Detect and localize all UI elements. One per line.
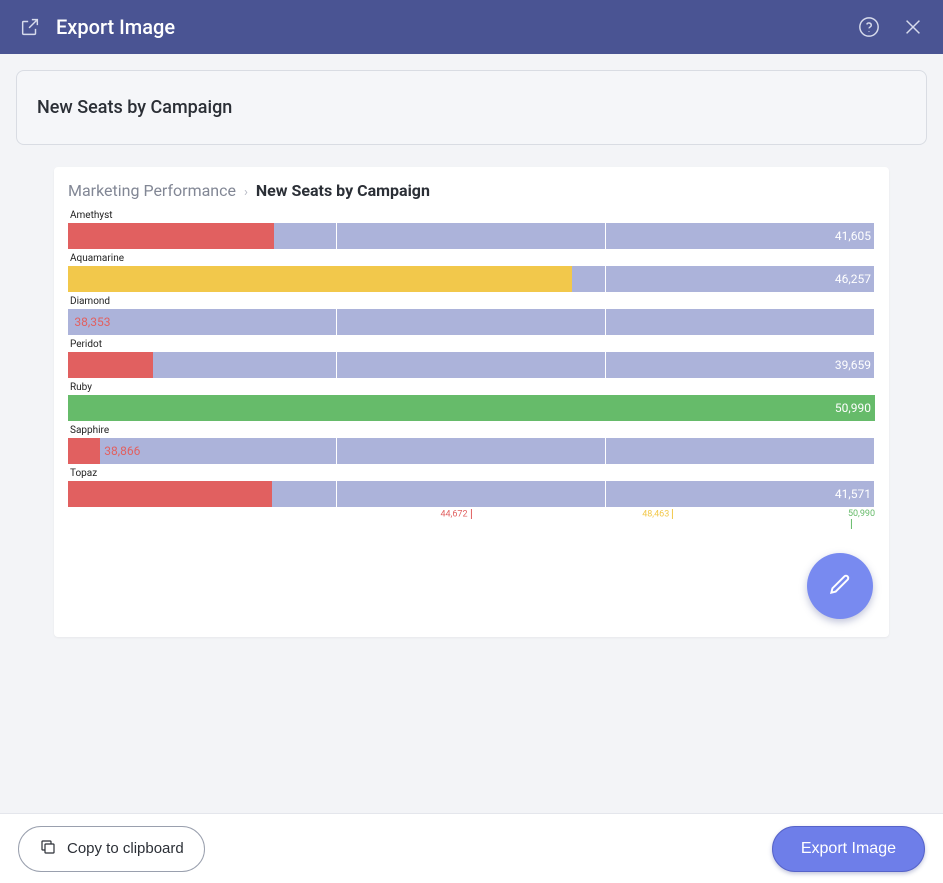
chart-row: Sapphire 38,866 [68,425,875,464]
chart-track-segment [606,438,875,464]
dialog-header: Export Image [0,0,943,54]
chart-x-tick: 48,463 [642,509,673,519]
chart-row: Diamond 38,353 [68,296,875,335]
export-name-panel: New Seats by Campaign [16,70,927,145]
chart-bar-track: 41,605 [68,223,875,249]
chart-value-label: 50,990 [64,395,871,421]
dialog-body: New Seats by Campaign Marketing Performa… [0,54,943,813]
chart-row: Amethyst 41,605 [68,210,875,249]
chart-category-label: Aquamarine [68,253,875,264]
breadcrumb: Marketing Performance › New Seats by Cam… [68,181,875,200]
chart-category-label: Diamond [68,296,875,307]
chart-value-label: 39,659 [786,352,871,378]
chart-x-tick: 50,990 [848,509,875,529]
chart-track-segment [337,481,606,507]
chart-preview-card: Marketing Performance › New Seats by Cam… [54,167,889,637]
edit-button[interactable] [807,553,873,619]
chart-x-tick-label: 50,990 [848,509,875,519]
export-label: Export Image [801,840,896,857]
chart-value-label: 38,866 [104,438,140,464]
export-name: New Seats by Campaign [37,97,906,118]
help-icon[interactable] [857,15,881,39]
chart-category-label: Sapphire [68,425,875,436]
chart-track-segment [337,352,606,378]
close-icon[interactable] [901,15,925,39]
chart-bar-track: 38,353 [68,309,875,335]
chart-category-label: Amethyst [68,210,875,221]
bar-chart: Amethyst 41,605 Aquamarine 46,257 Diamond 38,… [68,210,875,527]
copy-to-clipboard-button[interactable]: Copy to clipboard [18,826,205,872]
chart-value-label: 46,257 [367,266,871,292]
chart-row: Peridot 39,659 [68,339,875,378]
chart-category-label: Topaz [68,468,875,479]
chart-row: Topaz 41,571 [68,468,875,507]
chart-x-tick-mark [851,519,852,529]
chart-x-tick-mark [672,509,673,519]
chart-value-label: 38,353 [74,309,110,335]
pencil-icon [827,571,853,601]
breadcrumb-separator: › [240,185,252,200]
chart-value-label: 41,571 [667,481,871,507]
chart-x-tick-label: 44,672 [440,509,467,519]
chart-row: Aquamarine 46,257 [68,253,875,292]
chart-bar-fill [68,223,274,249]
chart-bar-track: 50,990 [68,395,875,421]
chart-bar-fill [68,352,153,378]
breadcrumb-current: New Seats by Campaign [256,181,430,200]
chart-bar-fill [68,309,70,335]
dialog-footer: Copy to clipboard Export Image [0,813,943,883]
copy-icon [39,838,57,860]
export-image-button[interactable]: Export Image [772,826,925,872]
chart-x-tick-mark [471,509,472,519]
chart-track-segment [337,223,606,249]
chart-bar-track: 46,257 [68,266,875,292]
chart-x-axis: 44,672 48,463 50,990 [68,509,875,527]
chart-track-segment [337,309,606,335]
chart-track-segment [337,438,606,464]
dialog-title: Export Image [56,15,175,39]
chart-row: Ruby 50,990 [68,382,875,421]
chart-track-segment [606,309,875,335]
chart-bar-track: 39,659 [68,352,875,378]
breadcrumb-parent: Marketing Performance [68,181,236,200]
chart-bar-fill [68,481,272,507]
chart-category-label: Ruby [68,382,875,393]
chart-bar-track: 38,866 [68,438,875,464]
chart-x-tick: 44,672 [440,509,471,519]
open-in-new-icon[interactable] [18,15,42,39]
chart-x-tick-label: 48,463 [642,509,669,519]
chart-category-label: Peridot [68,339,875,350]
chart-bar-fill [68,438,100,464]
copy-label: Copy to clipboard [67,840,184,857]
chart-value-label: 41,605 [665,223,871,249]
chart-bar-track: 41,571 [68,481,875,507]
